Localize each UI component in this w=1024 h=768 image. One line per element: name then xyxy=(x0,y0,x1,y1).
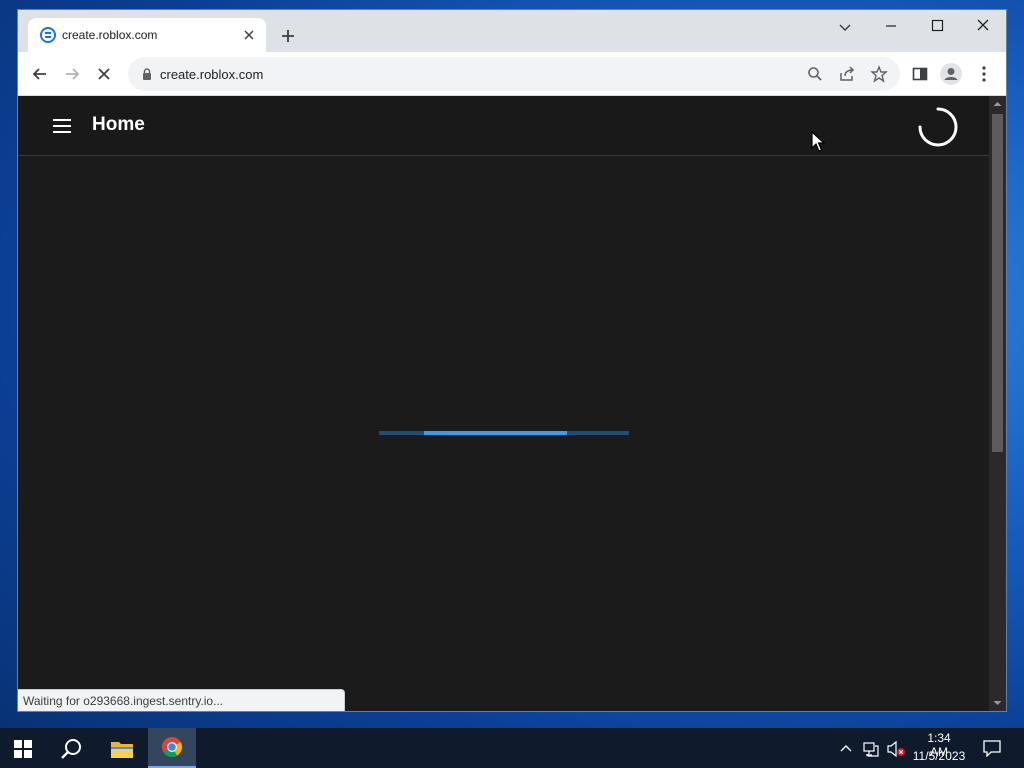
tab-close-icon[interactable] xyxy=(240,26,258,44)
minimize-icon[interactable] xyxy=(879,16,903,36)
tab-search-chevron-icon[interactable] xyxy=(836,18,854,36)
url-text[interactable]: create.roblox.com xyxy=(160,67,263,82)
loading-progress-fill xyxy=(424,431,567,435)
tab-strip: create.roblox.com xyxy=(18,10,1006,52)
lock-icon[interactable] xyxy=(140,67,154,81)
new-tab-icon[interactable] xyxy=(278,26,298,46)
search-icon[interactable] xyxy=(60,737,84,761)
windows-start-icon[interactable] xyxy=(14,740,32,758)
tray-chevron-up-icon[interactable] xyxy=(838,741,854,757)
roblox-studio-favicon-icon xyxy=(40,27,56,43)
close-window-icon[interactable] xyxy=(971,16,995,36)
hamburger-icon[interactable] xyxy=(51,115,73,137)
profile-icon[interactable] xyxy=(940,63,962,85)
browser-toolbar: create.roblox.com xyxy=(18,52,1006,96)
notification-icon[interactable] xyxy=(982,739,1002,757)
spinner-icon xyxy=(917,106,959,148)
chrome-icon xyxy=(161,736,183,758)
volume-muted-icon[interactable] xyxy=(886,740,906,758)
chrome-taskbar-button[interactable] xyxy=(148,728,196,768)
taskbar: 1:34 AM 11/5/2023 xyxy=(0,728,1024,768)
network-icon[interactable] xyxy=(862,740,880,758)
back-icon[interactable] xyxy=(30,64,50,84)
browser-window: create.roblox.com create.roblox.com Home… xyxy=(18,10,1006,711)
clock-date[interactable]: 11/5/2023 xyxy=(912,749,966,763)
app-header: Home xyxy=(18,96,989,156)
star-icon[interactable] xyxy=(870,65,888,83)
status-text: Waiting for o293668.ingest.sentry.io... xyxy=(23,694,224,708)
zoom-icon[interactable] xyxy=(806,65,824,83)
address-bar[interactable]: create.roblox.com xyxy=(128,57,900,91)
status-bubble: Waiting for o293668.ingest.sentry.io... xyxy=(18,689,345,711)
page-title: Home xyxy=(92,114,145,135)
menu-icon[interactable] xyxy=(974,64,994,84)
tab-title: create.roblox.com xyxy=(62,28,158,42)
file-explorer-icon[interactable] xyxy=(110,738,134,760)
scrollbar[interactable] xyxy=(989,96,1006,711)
scroll-down-arrow-icon[interactable] xyxy=(989,697,1006,709)
share-icon[interactable] xyxy=(838,65,856,83)
scrollbar-thumb[interactable] xyxy=(992,114,1003,452)
maximize-icon[interactable] xyxy=(925,16,949,36)
stop-loading-icon[interactable] xyxy=(94,64,114,84)
tab-create-roblox[interactable]: create.roblox.com xyxy=(28,18,266,52)
page-viewport: Home xyxy=(18,96,989,711)
side-panel-icon[interactable] xyxy=(910,64,930,84)
loading-progress-bar xyxy=(379,431,629,435)
scroll-up-arrow-icon[interactable] xyxy=(989,98,1006,110)
forward-icon[interactable] xyxy=(62,64,82,84)
mouse-cursor-icon xyxy=(811,131,825,153)
